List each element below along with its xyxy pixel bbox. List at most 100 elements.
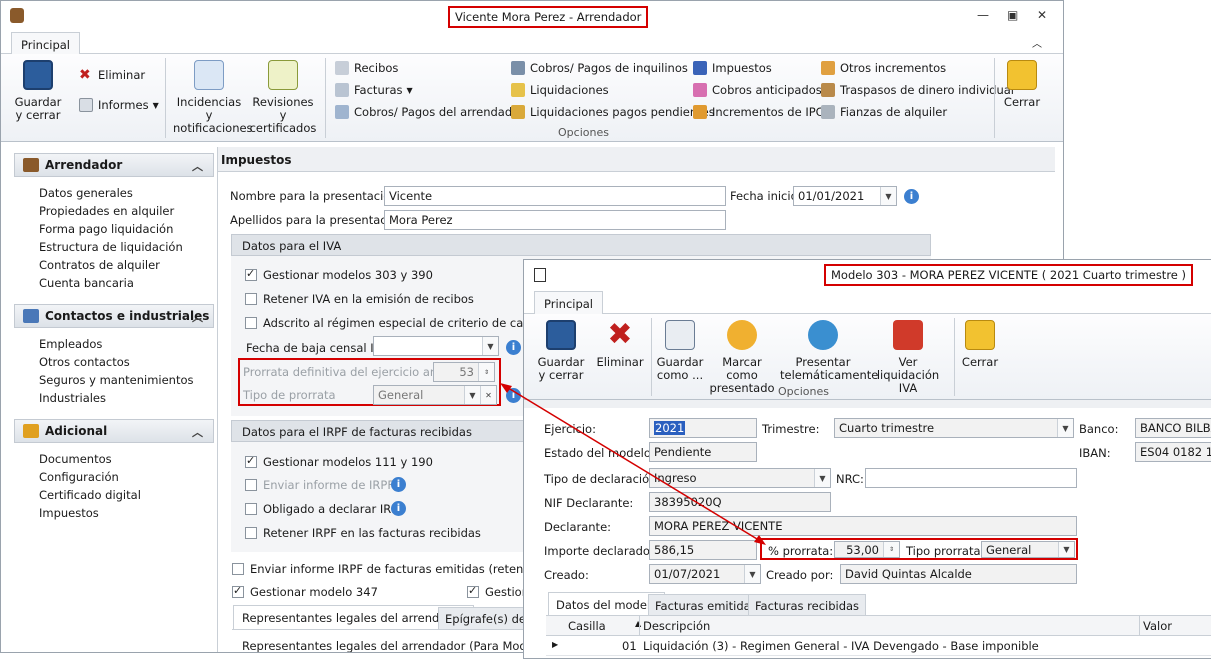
trimestre-field[interactable]: Cuarto trimestre ▼: [834, 418, 1074, 438]
fecha-inicio-field[interactable]: 01/01/2021 ▼: [793, 186, 897, 206]
sidebar-item[interactable]: Configuración: [39, 470, 119, 484]
prorrata-field[interactable]: 53,00 ⇕: [834, 541, 900, 558]
tipo-prorrata-field[interactable]: General ▼: [981, 541, 1075, 558]
collapse-icon[interactable]: ︿: [192, 424, 203, 440]
sidebar-item[interactable]: Forma pago liquidación: [39, 222, 173, 236]
info-icon[interactable]: i: [904, 189, 919, 204]
collapse-icon[interactable]: ︿: [192, 158, 203, 174]
traspasos-button[interactable]: Traspasos de dinero individual: [821, 83, 1014, 97]
chevron-down-icon[interactable]: ▼: [814, 469, 830, 487]
spinner-icon[interactable]: ⇕: [883, 542, 899, 557]
tab-facturas-recibidas[interactable]: Facturas recibidas: [748, 594, 867, 617]
table-row[interactable]: ▶ 01 Liquidación (3) - Regimen General -…: [546, 636, 1211, 656]
otros-incrementos-button[interactable]: Otros incrementos: [821, 61, 946, 75]
sidebar-item[interactable]: Cuenta bancaria: [39, 276, 134, 290]
sidebar-item[interactable]: Datos generales: [39, 186, 133, 200]
cobros-pagos-inquilinos-button[interactable]: Cobros/ Pagos de inquilinos: [511, 61, 688, 75]
gestionar-111-checkbox[interactable]: Gestionar modelos 111 y 190: [245, 454, 433, 469]
facturas-button[interactable]: Facturas ▼: [335, 83, 413, 97]
guardar-cerrar-button[interactable]: Guardar y cerrar: [534, 320, 588, 382]
creado-por-field[interactable]: David Quintas Alcalde: [840, 564, 1077, 584]
iban-field[interactable]: ES04 0182 123: [1135, 442, 1211, 462]
apellidos-input[interactable]: Mora Perez: [384, 210, 726, 230]
fianzas-button[interactable]: Fianzas de alquiler: [821, 105, 947, 119]
sidebar-item[interactable]: Impuestos: [39, 506, 99, 520]
cerrar-button[interactable]: Cerrar: [958, 320, 1002, 369]
impuestos-button[interactable]: Impuestos: [693, 61, 772, 75]
guardar-como-button[interactable]: Guardar como ...: [655, 320, 705, 382]
eliminar-button[interactable]: ✖ Eliminar: [594, 320, 646, 369]
gestionar-303-checkbox[interactable]: Gestionar modelos 303 y 390: [245, 267, 433, 282]
retener-iva-checkbox[interactable]: Retener IVA en la emisión de recibos: [245, 292, 474, 306]
chevron-down-icon[interactable]: ▼: [744, 565, 760, 583]
sidebar-item[interactable]: Seguros y mantenimientos: [39, 373, 194, 387]
banco-field[interactable]: BANCO BILBAO: [1135, 418, 1211, 438]
chevron-down-icon[interactable]: ▼: [1058, 542, 1074, 557]
sidebar-item[interactable]: Contratos de alquiler: [39, 258, 160, 272]
obligado-irpf-checkbox[interactable]: Obligado a declarar IRPF: [245, 502, 405, 516]
info-icon[interactable]: i: [506, 340, 521, 355]
landlord-icon: [23, 158, 39, 172]
minimize-icon[interactable]: —: [977, 8, 989, 22]
grid-header-casilla[interactable]: Casilla: [568, 619, 606, 633]
gestionar-347-checkbox[interactable]: Gestionar modelo 347: [232, 584, 378, 599]
marcar-presentado-button[interactable]: Marcar como presentado: [708, 320, 776, 395]
informes-button[interactable]: Informes ▼: [79, 98, 159, 112]
close-icon[interactable]: ✕: [1037, 8, 1047, 22]
guardar-cerrar-button[interactable]: Guardar y cerrar: [11, 60, 65, 122]
sidebar-item[interactable]: Certificado digital: [39, 488, 141, 502]
incrementos-ipc-button[interactable]: Incrementos de IPC: [693, 105, 824, 119]
sidebar-item[interactable]: Documentos: [39, 452, 112, 466]
sidebar-section-arrendador[interactable]: Arrendador ︿: [14, 153, 214, 177]
chevron-down-icon[interactable]: ▼: [880, 187, 896, 205]
adscrito-checkbox[interactable]: Adscrito al régimen especial de criterio…: [245, 316, 534, 330]
nif-label: NIF Declarante:: [544, 496, 634, 510]
liquidaciones-pendientes-button[interactable]: Liquidaciones pagos pendientes: [511, 105, 715, 119]
fecha-baja-field[interactable]: ▼: [373, 336, 499, 356]
collapse-icon[interactable]: ︿: [192, 309, 203, 325]
sidebar-item[interactable]: Otros contactos: [39, 355, 130, 369]
creado-field[interactable]: 01/07/2021 ▼: [649, 564, 761, 584]
sidebar-item[interactable]: Empleados: [39, 337, 102, 351]
declarante-field[interactable]: MORA PEREZ VICENTE: [649, 516, 1077, 536]
revisiones-button[interactable]: Revisiones y certificados: [248, 60, 318, 135]
tab-principal[interactable]: Principal: [11, 32, 81, 56]
sidebar-section-contactos[interactable]: Contactos e industriales ︿: [14, 304, 214, 328]
row-expand-icon[interactable]: ▶: [552, 640, 558, 649]
ejercicio-field[interactable]: 2021: [649, 418, 757, 438]
sidebar-section-adicional[interactable]: Adicional ︿: [14, 419, 214, 443]
collapse-ribbon-icon[interactable]: ︿: [1032, 35, 1042, 50]
sidebar-item[interactable]: Industriales: [39, 391, 106, 405]
presentar-telematicamente-button[interactable]: Presentar telemáticamente: [780, 320, 878, 382]
modal-ribbon: Guardar y cerrar ✖ Eliminar Guardar como…: [524, 314, 1211, 400]
tab-facturas-emitidas[interactable]: Facturas emitidas: [648, 594, 764, 617]
info-icon[interactable]: i: [391, 501, 406, 516]
info-icon[interactable]: i: [391, 477, 406, 492]
globe-icon: [808, 320, 838, 350]
liquidaciones-button[interactable]: Liquidaciones: [511, 83, 609, 97]
sidebar-item[interactable]: Propiedades en alquiler: [39, 204, 174, 218]
info-icon[interactable]: i: [506, 388, 521, 403]
sidebar-item[interactable]: Estructura de liquidación: [39, 240, 183, 254]
cobros-anticipados-button[interactable]: Cobros anticipados: [693, 83, 822, 97]
restore-icon[interactable]: ▣: [1007, 8, 1018, 22]
retener-irpf-checkbox[interactable]: Retener IRPF en las facturas recibidas: [245, 526, 481, 540]
nrc-input[interactable]: [865, 468, 1077, 488]
estado-field[interactable]: Pendiente: [649, 442, 757, 462]
grid-header-descripcion[interactable]: Descripción: [643, 619, 710, 633]
nif-field[interactable]: 38395020Q: [649, 492, 831, 512]
grid-header-valor[interactable]: Valor: [1143, 619, 1172, 633]
chevron-down-icon[interactable]: ▼: [482, 337, 498, 355]
importe-field[interactable]: 586,15: [649, 540, 757, 560]
ver-liquidacion-button[interactable]: Ver liquidación IVA: [870, 320, 946, 395]
nombre-input[interactable]: Vicente: [384, 186, 726, 206]
eliminar-button[interactable]: ✖ Eliminar: [79, 68, 145, 82]
creado-por-label: Creado por:: [766, 568, 834, 582]
cobros-pagos-arrendador-button[interactable]: Cobros/ Pagos del arrendador: [335, 105, 524, 119]
tipo-declaracion-field[interactable]: Ingreso ▼: [649, 468, 831, 488]
chevron-down-icon[interactable]: ▼: [1057, 419, 1073, 437]
cerrar-button[interactable]: Cerrar: [1000, 60, 1044, 109]
tab-principal[interactable]: Principal: [534, 291, 604, 315]
recibos-button[interactable]: Recibos: [335, 61, 398, 75]
incidencias-button[interactable]: Incidencias y notificaciones: [173, 60, 253, 135]
